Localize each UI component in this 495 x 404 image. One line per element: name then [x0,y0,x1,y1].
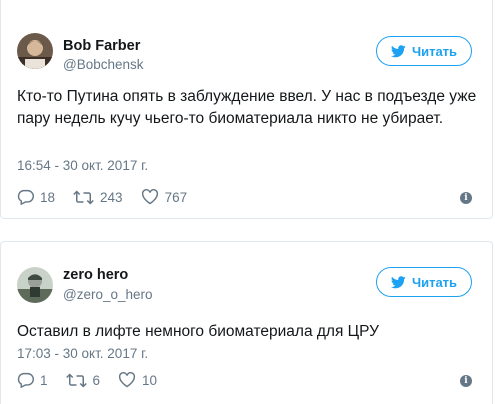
twitter-bird-icon [390,275,406,289]
author-name[interactable]: zero hero [63,267,128,283]
retweet-action[interactable]: 243 [73,190,123,205]
reply-action[interactable]: 18 [17,189,55,205]
follow-button[interactable]: Читать [376,267,472,297]
info-icon[interactable]: i [460,192,472,204]
tweet-timestamp[interactable]: 16:54 - 30 окт. 2017 г. [17,158,148,173]
heart-icon [141,189,159,205]
info-icon[interactable]: i [460,375,472,387]
like-count: 767 [164,189,188,205]
tweet-timestamp[interactable]: 17:03 - 30 окт. 2017 г. [17,346,148,361]
tweet-card[interactable]: zero hero @zero_o_hero Читать Оставил в … [0,241,493,404]
follow-label: Читать [411,43,458,59]
tweet-text: Кто-то Путина опять в заблуждение ввел. … [17,88,477,127]
like-action[interactable]: 10 [118,372,157,388]
twitter-bird-icon [390,44,406,58]
reply-icon [17,189,34,205]
follow-label: Читать [411,274,458,290]
avatar[interactable] [17,267,53,303]
retweet-count: 6 [92,372,101,388]
reply-action[interactable]: 1 [17,372,48,388]
tweet-actions: 18 243 767 i [17,189,472,205]
tweet-actions: 1 6 10 i [17,372,472,388]
tweet-feed: Bob Farber @Bobchensk Читать Кто-то Пути… [0,0,495,404]
follow-button[interactable]: Читать [376,36,472,66]
retweet-icon [73,189,94,205]
tweet-text: Оставил в лифте немного биоматериала для… [17,323,379,340]
reply-count: 18 [40,189,56,205]
retweet-action[interactable]: 6 [65,372,101,388]
reply-icon [17,372,34,388]
tweet-card[interactable]: Bob Farber @Bobchensk Читать Кто-то Пути… [0,0,493,219]
reply-count: 1 [40,372,48,388]
retweet-count: 243 [100,189,123,205]
author-handle[interactable]: @zero_o_hero [63,287,153,302]
author-name[interactable]: Bob Farber [63,38,140,54]
like-count: 10 [142,372,158,388]
avatar[interactable] [17,33,53,69]
retweet-icon [65,372,87,388]
author-handle[interactable]: @Bobchensk [63,57,144,72]
like-action[interactable]: 767 [141,189,188,205]
heart-icon [118,372,136,388]
